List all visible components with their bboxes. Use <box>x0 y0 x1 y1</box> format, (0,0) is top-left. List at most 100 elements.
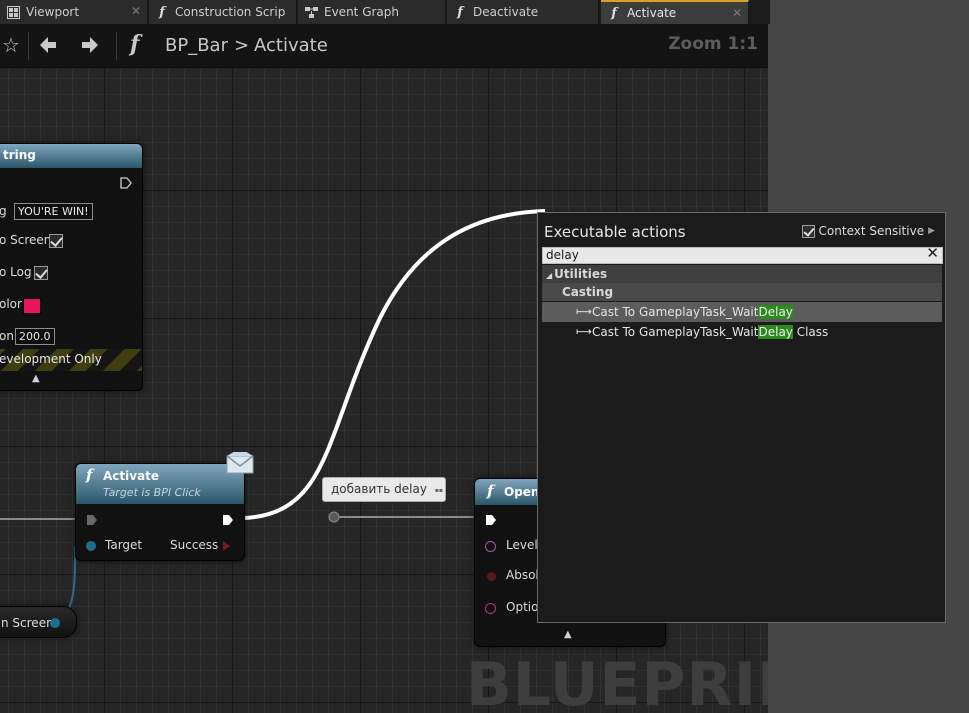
resize-grip-icon[interactable]: ▪▪ <box>435 479 443 502</box>
development-only-stripe: evelopment Only <box>0 349 142 371</box>
node-title: tring <box>3 148 36 162</box>
action-item[interactable]: ⟼ Cast To GameplayTask_WaitDelay <box>542 302 942 322</box>
pin-label: Absol <box>506 568 539 582</box>
exec-in-pin[interactable] <box>86 514 98 526</box>
favorite-star-icon[interactable]: ☆ <box>2 33 20 57</box>
tab-label: Activate <box>627 6 677 20</box>
success-label: Success <box>170 538 219 552</box>
close-tab-icon[interactable]: ✕ <box>732 6 742 20</box>
function-icon: f <box>487 482 494 500</box>
node-header: tring <box>0 144 142 168</box>
target-label: Target <box>105 538 143 552</box>
pin-label: on <box>0 329 14 343</box>
comment-text: добавить delay <box>331 482 427 496</box>
pin-label: olor <box>0 297 22 311</box>
graph-toolbar: ☆ f BP_Bar > Activate Zoom 1:1 <box>0 24 768 68</box>
viewport-icon <box>6 5 20 19</box>
print-string-node[interactable]: tring g YOU'RE WIN! o Screen o Log olor … <box>0 143 143 391</box>
level-name-pin[interactable] <box>485 541 496 552</box>
dragged-exec-wire <box>244 209 546 520</box>
node-subtitle: Target is BPI Click <box>103 486 201 499</box>
message-envelope-icon <box>226 448 254 474</box>
comment-bubble[interactable]: добавить delay ▪▪ <box>322 477 446 502</box>
back-arrow-icon[interactable] <box>38 35 58 60</box>
exec-out-pin[interactable] <box>222 514 234 526</box>
toolbar-divider <box>116 32 117 60</box>
tab-label: Event Graph <box>324 5 399 19</box>
breadcrumb-root[interactable]: BP_Bar <box>165 35 228 56</box>
node-title: Activate <box>103 469 160 483</box>
tab-label: Viewport <box>26 5 80 19</box>
pin-label: o Log <box>0 265 32 279</box>
search-match-highlight: Delay <box>758 325 793 339</box>
forward-arrow-icon[interactable] <box>80 35 100 60</box>
node-label: n Screen <box>1 616 54 630</box>
expand-arrow-icon[interactable]: ▲ <box>564 629 572 640</box>
function-icon: f <box>130 31 140 57</box>
close-tab-icon[interactable]: ✕ <box>131 4 141 18</box>
zoom-level: Zoom 1:1 <box>668 34 758 54</box>
output-pin[interactable] <box>50 618 60 628</box>
tab-construction-script[interactable]: f Construction Scrip <box>149 0 297 24</box>
print-to-screen-checkbox[interactable] <box>49 234 63 248</box>
duration-field[interactable]: 200.0 <box>15 328 55 345</box>
text-color-swatch[interactable] <box>23 298 41 314</box>
function-icon: f <box>611 5 617 21</box>
category-utilities[interactable]: ◢ Utilities <box>542 265 942 283</box>
tab-viewport[interactable]: Viewport ✕ <box>0 0 148 24</box>
action-label-prefix: Cast To GameplayTask_Wait <box>592 325 759 339</box>
context-sensitive-toggle[interactable]: Context Sensitive ▶ <box>801 224 935 238</box>
context-sensitive-label: Context Sensitive <box>818 224 925 238</box>
category-casting[interactable]: Casting <box>542 283 942 301</box>
expand-arrow-icon[interactable]: ▲ <box>32 373 40 384</box>
target-pin[interactable] <box>86 541 96 551</box>
category-label: Casting <box>562 285 614 299</box>
tab-label: Deactivate <box>473 5 539 19</box>
document-tab-bar: Viewport ✕ f Construction Scrip Event Gr… <box>0 0 770 24</box>
print-to-log-checkbox[interactable] <box>34 266 48 280</box>
reroute-knot <box>328 511 340 523</box>
breadcrumb-separator: > <box>234 35 250 56</box>
pin-label: g <box>0 204 7 218</box>
pin-label: Level <box>506 538 538 552</box>
tab-activate[interactable]: f Activate ✕ <box>601 0 749 24</box>
action-item[interactable]: ⟼ Cast To GameplayTask_WaitDelay Class <box>542 322 942 342</box>
activate-node[interactable]: f Activate Target is BPI Click Target Su… <box>75 448 254 561</box>
print-to-screen-node[interactable]: n Screen <box>0 606 77 638</box>
action-label-suffix: Class <box>792 325 829 339</box>
success-pin[interactable] <box>223 541 230 551</box>
context-sensitive-checkbox[interactable] <box>801 224 815 238</box>
search-match-highlight: Delay <box>758 305 793 319</box>
chevron-right-icon: ▶ <box>928 226 935 236</box>
node-header: f Activate Target is BPI Click <box>76 464 244 504</box>
event-graph-icon <box>304 5 318 19</box>
function-icon: f <box>457 4 463 20</box>
tab-event-graph[interactable]: Event Graph <box>298 0 446 24</box>
node-title: Open <box>504 485 540 499</box>
options-pin[interactable] <box>485 603 496 614</box>
action-label-prefix: Cast To GameplayTask_Wait <box>592 305 759 319</box>
exec-out-pin[interactable] <box>120 177 132 189</box>
exec-in-pin[interactable] <box>485 514 497 526</box>
cast-exec-icon: ⟼ <box>576 325 592 338</box>
collapse-triangle-icon: ◢ <box>546 271 553 280</box>
pin-label: o Screen <box>0 233 52 247</box>
executable-actions-menu: Executable actions Context Sensitive ▶ d… <box>537 212 946 623</box>
toolbar-divider <box>28 32 29 60</box>
pin-label: Optio <box>506 600 539 614</box>
category-label: Utilities <box>554 267 608 281</box>
in-string-field[interactable]: YOU'RE WIN! <box>14 203 93 220</box>
tab-deactivate[interactable]: f Deactivate <box>447 0 599 24</box>
search-value: delay <box>546 248 579 262</box>
clear-search-icon[interactable]: ✕ <box>926 246 939 261</box>
development-only-label: evelopment Only <box>0 352 102 366</box>
function-icon: f <box>159 4 165 20</box>
function-icon: f <box>86 466 93 484</box>
cast-exec-icon: ⟼ <box>576 305 592 318</box>
menu-title: Executable actions <box>544 223 686 241</box>
absolute-pin[interactable] <box>487 572 496 581</box>
blueprint-editor: Viewport ✕ f Construction Scrip Event Gr… <box>0 0 969 713</box>
breadcrumb-current: Activate <box>254 35 328 56</box>
action-search-input[interactable]: delay ✕ <box>542 246 943 264</box>
tab-label: Construction Scrip <box>175 5 286 19</box>
